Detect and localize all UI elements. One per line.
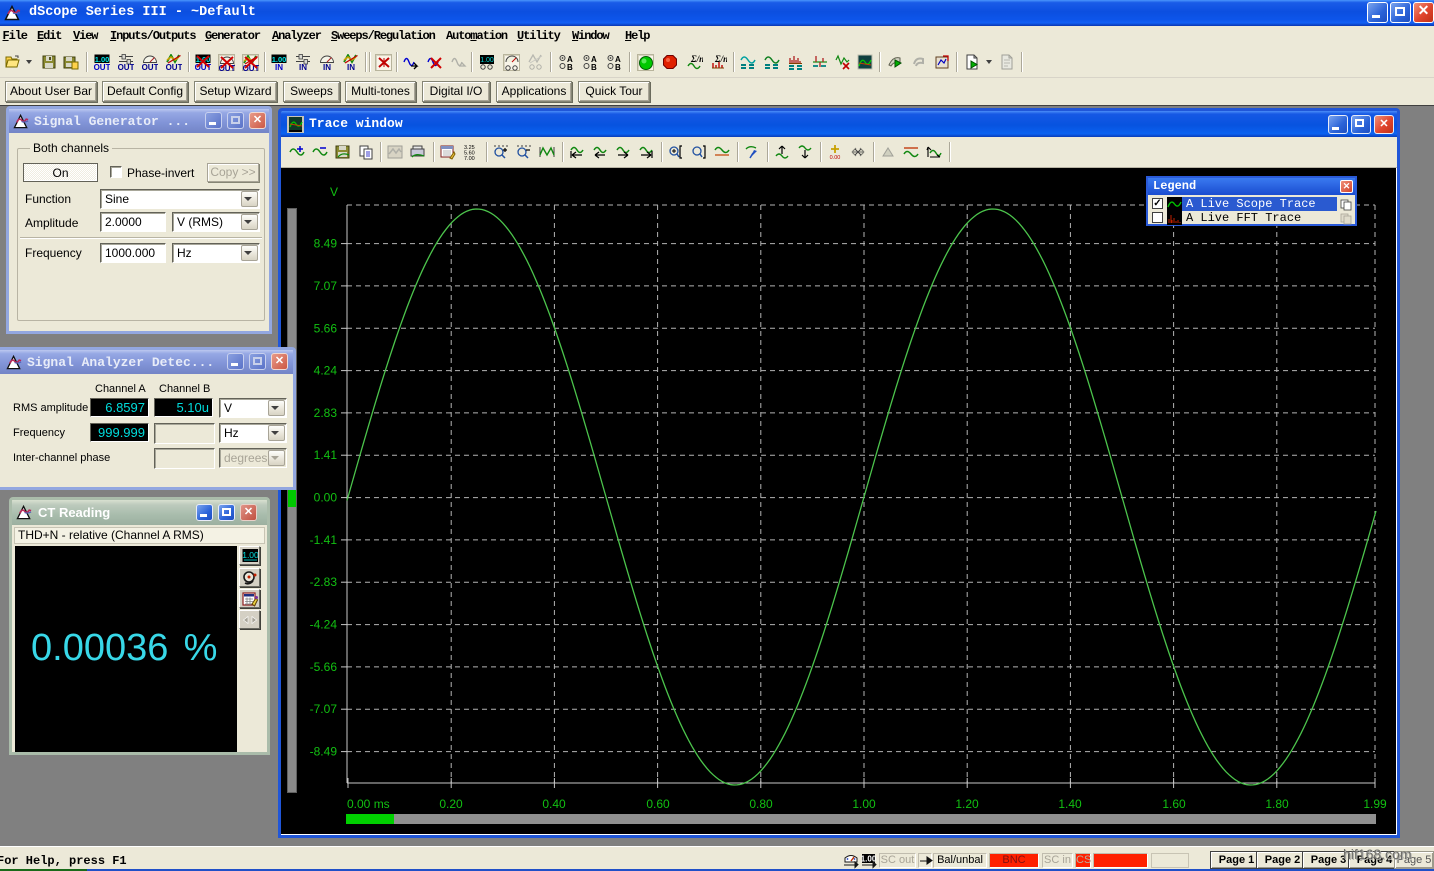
svg-text:OUT: OUT <box>166 63 182 70</box>
svg-text:B: B <box>591 63 597 70</box>
svg-text:0.60: 0.60 <box>646 797 670 811</box>
svg-text:0.80: 0.80 <box>749 797 773 811</box>
svg-text:B: B <box>567 63 573 70</box>
svg-text:0.40: 0.40 <box>542 797 566 811</box>
svg-text:0.20: 0.20 <box>439 797 463 811</box>
svg-text:0.00: 0.00 <box>830 155 841 160</box>
svg-text:-7.07: -7.07 <box>310 702 338 716</box>
svg-text:7.00: 7.00 <box>464 156 475 160</box>
svg-text:1.40: 1.40 <box>1058 797 1082 811</box>
svg-text:1.80: 1.80 <box>1265 797 1289 811</box>
svg-text:8.49: 8.49 <box>314 237 338 251</box>
svg-text:OUT: OUT <box>142 63 158 70</box>
svg-text:1.20: 1.20 <box>955 797 979 811</box>
svg-text:-8.49: -8.49 <box>310 745 338 759</box>
svg-text:B: B <box>615 63 621 70</box>
svg-text:IN: IN <box>347 63 355 70</box>
svg-text:-1.41: -1.41 <box>310 533 338 547</box>
svg-text:-4.24: -4.24 <box>310 618 338 632</box>
svg-text:Σ/n: Σ/n <box>714 54 727 64</box>
svg-text:1.41: 1.41 <box>314 448 338 462</box>
svg-text:Σ/n: Σ/n <box>690 54 703 64</box>
svg-text:IN: IN <box>275 63 283 70</box>
svg-text:1.00: 1.00 <box>852 797 876 811</box>
svg-text:0.00: 0.00 <box>314 491 338 505</box>
svg-text:1.00: 1.00 <box>480 57 494 64</box>
svg-text:7.07: 7.07 <box>314 279 338 293</box>
svg-text:-5.66: -5.66 <box>310 660 338 674</box>
svg-text:V: V <box>330 185 338 199</box>
svg-text:5.66: 5.66 <box>314 321 338 335</box>
svg-text:-2.83: -2.83 <box>310 575 338 589</box>
svg-text:IN: IN <box>323 63 331 70</box>
svg-text:4.24: 4.24 <box>314 364 338 378</box>
svg-text:0.00 ms: 0.00 ms <box>347 797 390 811</box>
svg-text:2.83: 2.83 <box>314 406 338 420</box>
svg-text:1.60: 1.60 <box>1162 797 1186 811</box>
svg-text:1.99: 1.99 <box>1363 797 1387 811</box>
svg-text:OUT: OUT <box>118 63 134 70</box>
svg-text:1.00: 1.00 <box>861 855 877 864</box>
svg-text:OUT: OUT <box>94 63 110 70</box>
svg-text:IN: IN <box>299 63 307 70</box>
svg-text:1.00: 1.00 <box>242 550 258 560</box>
